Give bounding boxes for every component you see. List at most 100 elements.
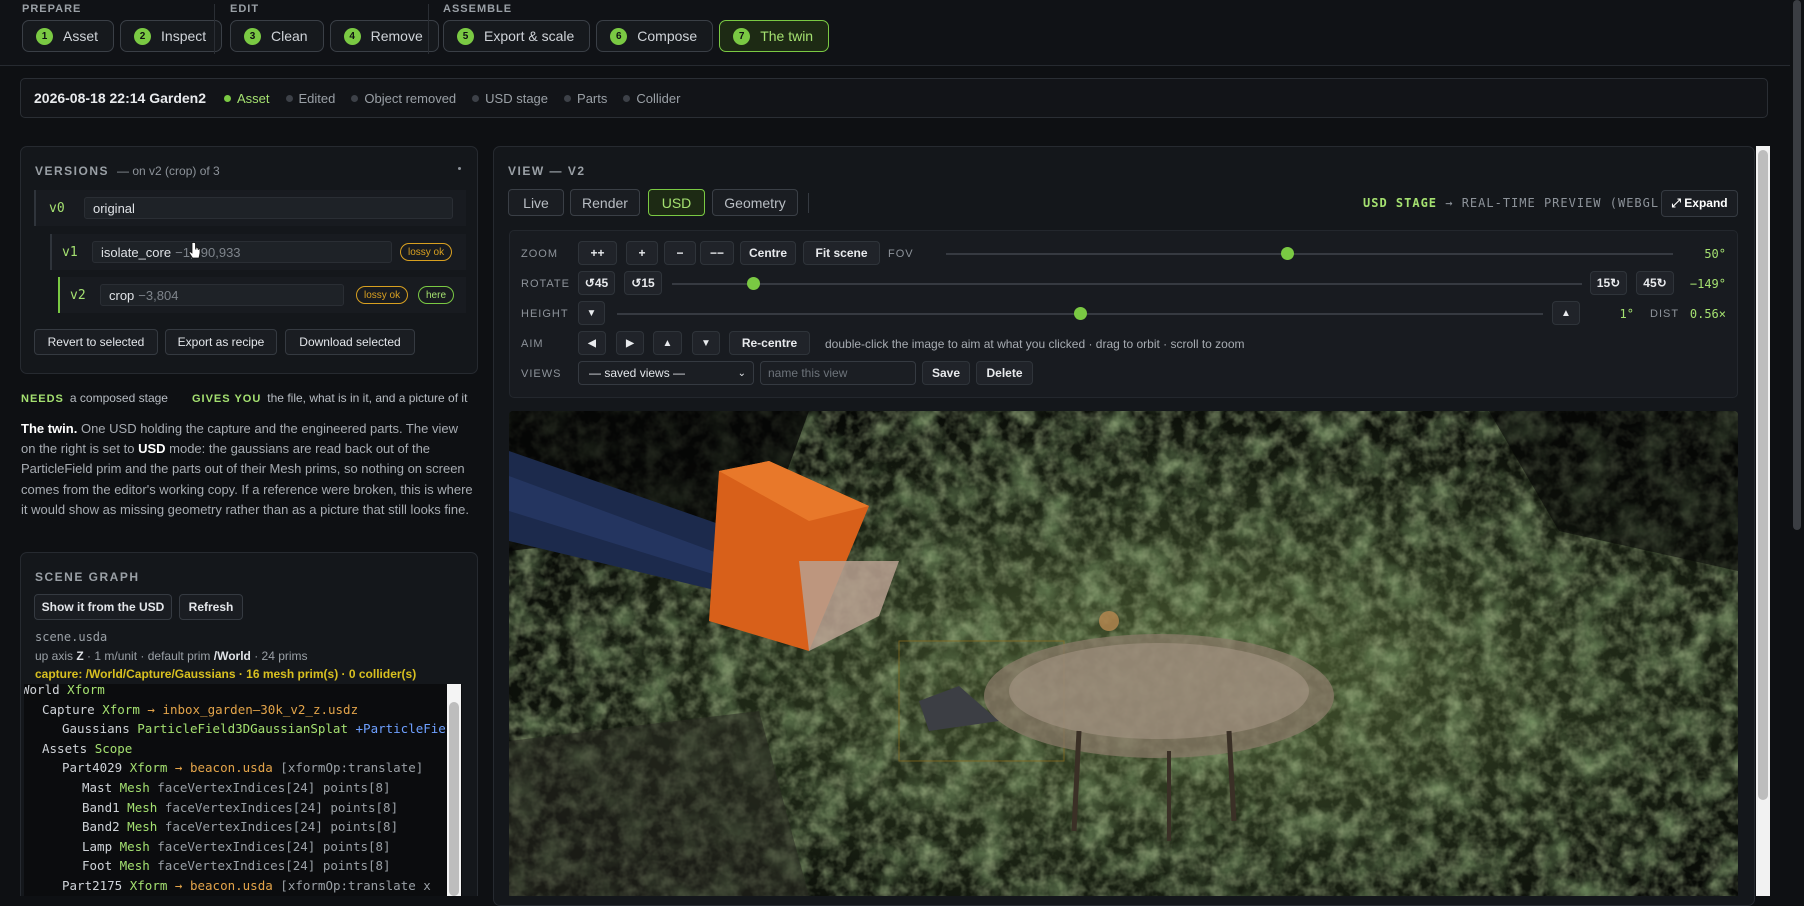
tree-prim-name: World	[24, 684, 60, 697]
rotate-left-15-button[interactable]: ↺15	[624, 271, 662, 295]
aim-right-button[interactable]: ▶	[616, 331, 644, 355]
zoom-out-button[interactable]: −	[664, 241, 696, 265]
step-label: Remove	[370, 28, 423, 44]
status-pill-label: Edited	[298, 90, 336, 106]
tree-prim-type: Xform	[129, 760, 168, 776]
tree-row[interactable]: Foot Mesh faceVertexIndices[24] points[8…	[82, 858, 391, 873]
rotate-left-45-button[interactable]: ↺45	[578, 271, 615, 295]
scene-meta-mid: · 1 m/unit · default prim	[83, 649, 214, 663]
status-dot	[472, 94, 480, 102]
tree-scrollbar-thumb[interactable]	[449, 702, 459, 896]
rotate-right-45-button[interactable]: 45↻	[1636, 271, 1674, 295]
step-inspect[interactable]: 2 Inspect	[120, 20, 223, 52]
zoom-in-more-button[interactable]: ++	[578, 241, 617, 265]
status-pill-object-removed: Object removed	[351, 91, 456, 106]
show-from-usd-button[interactable]: Show it from the USD	[34, 594, 172, 620]
tree-row[interactable]: Capture Xform → inbox_garden–30k_v2_z.us…	[42, 702, 358, 717]
tree-row[interactable]: Lamp Mesh faceVertexIndices[24] points[8…	[82, 839, 391, 854]
status-pill-usd-stage: USD stage	[472, 91, 548, 106]
step-number: 7	[733, 27, 751, 45]
view-scrollbar-thumb[interactable]	[1758, 150, 1768, 800]
zoom-label: ZOOM	[521, 248, 558, 260]
step-number: 3	[244, 27, 261, 45]
chevron-down-icon: ⌄	[737, 368, 746, 379]
tab-usd[interactable]: USD	[648, 189, 705, 216]
scene-graph-heading: SCENE GRAPH	[35, 570, 140, 584]
step-the-twin[interactable]: 7 The twin	[719, 20, 830, 52]
status-pill-label: Parts	[577, 90, 608, 106]
download-button[interactable]: Download selected	[285, 329, 415, 355]
window-scrollbar[interactable]	[1793, 0, 1801, 530]
tree-prim-name: Capture	[42, 701, 95, 717]
aim-left-button[interactable]: ◀	[578, 331, 606, 355]
aim-down-button[interactable]: ▼	[692, 331, 720, 355]
tab-geometry[interactable]: Geometry	[712, 189, 798, 216]
height-up-button[interactable]: ▲	[1552, 301, 1580, 325]
rotate-slider[interactable]	[672, 283, 1582, 285]
step-asset[interactable]: 1 Asset	[22, 20, 115, 52]
step-group-label: EDIT	[230, 3, 260, 15]
description-lead: The twin.	[21, 421, 78, 436]
tree-row[interactable]: Part4029 Xform → beacon.usda [xformOp:tr…	[62, 760, 423, 775]
tree-prim-extra: [xformOp:translate x	[280, 878, 431, 893]
saved-views-select[interactable]: — saved views — ⌄	[578, 361, 754, 385]
zoom-in-button[interactable]: +	[626, 241, 658, 265]
version-name-field[interactable]: isolate_core −1,390,933	[92, 241, 392, 263]
rotate-value: −149°	[1689, 277, 1726, 291]
scene-meta-prefix: up axis	[35, 649, 77, 663]
refresh-button[interactable]: Refresh	[179, 594, 243, 620]
height-slider-knob[interactable]	[1073, 307, 1087, 320]
export-recipe-button[interactable]: Export as recipe	[165, 329, 277, 355]
tree-prim-ref: → beacon.usda	[174, 878, 273, 893]
tree-row[interactable]: Part2175 Xform → beacon.usda [xformOp:tr…	[62, 878, 431, 893]
status-pill-label: Asset	[237, 90, 270, 106]
version-row-v2[interactable]: v2 crop −3,804 lossy ok here	[58, 277, 466, 313]
rotate-label: ROTATE	[521, 278, 570, 290]
tree-row[interactable]: Gaussians ParticleField3DGaussianSplat +…	[62, 721, 461, 736]
recentre-button[interactable]: Re-centre	[729, 331, 810, 355]
height-down-button[interactable]: ▼	[578, 301, 605, 325]
tree-row[interactable]: Band2 Mesh faceVertexIndices[24] points[…	[82, 819, 398, 834]
tab-render[interactable]: Render	[570, 189, 640, 216]
fov-slider[interactable]	[946, 253, 1673, 255]
more-icon[interactable]	[458, 167, 461, 170]
aim-up-button[interactable]: ▲	[653, 331, 682, 355]
tree-row[interactable]: World Xform	[24, 684, 105, 697]
tree-row[interactable]: Band1 Mesh faceVertexIndices[24] points[…	[82, 800, 398, 815]
pointer-cursor-icon	[188, 242, 201, 259]
delete-view-button[interactable]: Delete	[976, 361, 1033, 385]
aim-hint: double-click the image to aim at what yo…	[825, 337, 1245, 351]
tree-prim-name: Foot	[82, 858, 113, 874]
expand-button[interactable]: ⤢ Expand	[1661, 190, 1738, 217]
version-name-field[interactable]: crop −3,804	[100, 284, 344, 306]
needs-text: a composed stage	[69, 391, 168, 405]
version-row-v1[interactable]: v1 isolate_core −1,390,933 lossy ok	[50, 234, 466, 270]
step-clean[interactable]: 3 Clean	[230, 20, 324, 52]
revert-button[interactable]: Revert to selected	[34, 329, 158, 355]
step-export-scale[interactable]: 5 Export & scale	[443, 20, 591, 52]
rotate-right-15-button[interactable]: 15↻	[1590, 271, 1627, 295]
usd-viewport[interactable]	[509, 411, 1738, 896]
tree-prim-type: Mesh	[119, 858, 150, 874]
status-dot	[623, 94, 631, 102]
step-group-label: ASSEMBLE	[443, 3, 513, 15]
zoom-out-more-button[interactable]: −−	[700, 241, 734, 265]
stage-label: USD STAGE → REAL-TIME PREVIEW (WEBGL)	[1363, 196, 1667, 210]
scene-graph-tree[interactable]: World Xform Capture Xform → inbox_garden…	[24, 684, 462, 896]
version-name-field[interactable]: original	[84, 197, 453, 219]
step-remove[interactable]: 4 Remove	[329, 20, 439, 52]
save-view-button[interactable]: Save	[922, 361, 970, 385]
version-row-v0[interactable]: v0 original	[34, 190, 466, 226]
fit-scene-button[interactable]: Fit scene	[803, 241, 880, 265]
tree-row[interactable]: Mast Mesh faceVertexIndices[24] points[8…	[82, 780, 391, 795]
scene-file-name: scene.usda	[35, 630, 108, 644]
tab-live[interactable]: Live	[508, 189, 564, 216]
tree-row[interactable]: Assets Scope	[42, 741, 132, 756]
step-compose[interactable]: 6 Compose	[596, 20, 714, 52]
view-name-input[interactable]: name this view	[760, 361, 916, 385]
status-pill-label: USD stage	[485, 90, 549, 106]
centre-button[interactable]: Centre	[740, 241, 796, 265]
lossy-ok-badge: lossy ok	[356, 286, 409, 304]
tree-prim-extra: faceVertexIndices[24] points[8]	[164, 799, 399, 815]
tree-prim-type: Mesh	[127, 799, 158, 815]
